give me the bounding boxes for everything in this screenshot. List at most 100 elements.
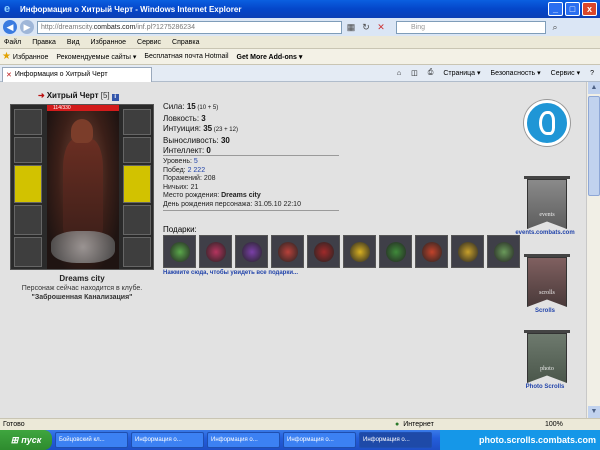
cmd-tools[interactable]: Сервис ▾ [551,69,580,77]
security-zone[interactable]: ● Интернет [395,421,434,428]
search-icon[interactable]: ⌕ [549,21,561,33]
gift-item[interactable] [199,235,232,268]
compatibility-icon[interactable]: ▦ [345,21,357,33]
menu-favorites[interactable]: Избранное [91,39,126,46]
zoom-level[interactable]: 100% [545,421,563,428]
maximize-button[interactable]: □ [565,2,580,16]
photo-scrolls-banner[interactable]: photo [517,328,577,388]
fav-item-addons[interactable]: Get More Add-ons ▾ [237,53,303,61]
taskbar-item-active[interactable]: Информация о... [359,432,432,448]
hp-bar: 114/330 [47,105,119,111]
gift-item[interactable] [235,235,268,268]
slot-earrings[interactable] [123,109,151,135]
slot-weapon[interactable] [14,165,42,203]
draws-value: 21 [190,183,199,191]
banner-flag [527,333,567,383]
banner-pole [524,330,570,333]
gift-item[interactable] [487,235,520,268]
window-title-bar[interactable]: e Информация о Хитрый Черт - Windows Int… [0,0,600,18]
all-gifts-link[interactable]: Нажмите сюда, чтобы увидеть все подарки.… [163,270,298,276]
cmd-safety[interactable]: Безопасность ▾ [491,69,541,77]
scroll-up-button[interactable]: ▲ [588,82,600,94]
slot-necklace[interactable] [14,137,42,163]
taskbar-item[interactable]: Информация о... [131,432,204,448]
gift-item[interactable] [163,235,196,268]
scroll-thumb[interactable] [588,96,600,196]
scroll-down-button[interactable]: ▼ [588,406,600,418]
gift-item[interactable] [415,235,448,268]
help-icon[interactable]: ? [590,70,594,77]
scrolls-link[interactable]: Scrolls [505,308,585,314]
url-field[interactable]: http://dreamscity. combats.com/inf.pl?127… [37,20,342,34]
gift-item[interactable] [307,235,340,268]
zone-label: Интернет [403,421,434,428]
refresh-icon[interactable]: ↻ [360,21,372,33]
forward-button[interactable]: ▶ [20,20,34,34]
status-text: Готово [3,421,25,428]
scrolls-banner[interactable]: scrolls [517,252,577,312]
slot-armor[interactable] [14,205,42,235]
draws-label: Ничьих: [163,183,191,191]
close-button[interactable]: x [582,2,597,16]
fav-item-hotmail[interactable]: Бесплатная почта Hotmail [144,53,228,60]
gift-item[interactable] [451,235,484,268]
slot-belt[interactable] [14,237,42,267]
stat-intuition: Интуиция: 35 (23 + 12) [163,124,238,136]
info-icon[interactable]: i [111,94,119,101]
home-icon[interactable]: ⌂ [397,70,401,77]
events-link[interactable]: events.combats.com [505,230,585,236]
start-button[interactable]: ⊞ пуск [0,430,52,450]
gift-icon [386,242,406,262]
back-button[interactable]: ◀ [3,20,17,34]
search-input[interactable]: Bing [396,20,546,34]
feeds-icon[interactable]: ◫ [411,69,418,77]
slot-pants[interactable] [123,205,151,235]
gift-icon [458,242,478,262]
stat-extra: (23 + 12) [212,127,238,133]
menu-tools[interactable]: Сервис [137,39,161,46]
gifts-title: Подарки: [163,225,197,234]
system-tray: photo.scrolls.combats.com [440,430,600,450]
losses-label: Поражений: [163,175,204,182]
tab-character-info[interactable]: ✕ Информация о Хитрый Черт [2,66,152,82]
menu-file[interactable]: Файл [4,39,21,46]
favorites-button[interactable]: ★ Избранное [2,51,48,62]
vertical-scrollbar[interactable]: ▲ ▼ [586,82,600,418]
slot-shield[interactable] [123,165,151,203]
banner-text: scrolls [539,290,555,296]
divider [163,155,339,156]
stat-label: Сила: [163,102,187,111]
photo-scrolls-link[interactable]: Photo Scrolls [505,384,585,390]
print-icon[interactable]: ⎙ [428,69,434,77]
menu-view[interactable]: Вид [67,39,80,46]
banner-flag [527,257,567,307]
fav-item-suggested[interactable]: Рекомендуемые сайты ▾ [56,53,136,61]
menu-edit[interactable]: Правка [32,39,56,46]
favorites-bar: ★ Избранное Рекомендуемые сайты ▾ Беспла… [0,49,600,65]
stop-icon[interactable]: ✕ [375,21,387,33]
gift-item[interactable] [343,235,376,268]
menu-help[interactable]: Справка [172,39,199,46]
events-banner[interactable]: events [517,174,577,234]
taskbar-item[interactable]: Информация о... [283,432,356,448]
gift-icon [494,242,514,262]
slot-rings[interactable] [123,137,151,163]
taskbar-item[interactable]: Информация о... [207,432,280,448]
slot-helmet[interactable] [14,109,42,135]
cmd-page[interactable]: Страница ▾ [443,69,480,77]
combats-logo[interactable] [524,100,570,146]
taskbar-item[interactable]: Бойцовский кл... [55,432,128,448]
gift-icon [350,242,370,262]
minimize-button[interactable]: _ [548,2,563,16]
birthday-value: 31.05.10 22:10 [254,200,301,208]
gift-item[interactable] [271,235,304,268]
birthday-label: День рождения персонажа: [163,200,255,208]
banner-text: photo [540,366,554,372]
taskbar: ⊞ пуск Бойцовский кл... Информация о... И… [0,430,600,450]
location-text: Персонаж сейчас находится в клубе. [21,285,143,292]
arrow-icon: ➜ [38,91,45,100]
character-info: Уровень: 5 Побед: 2 222 Поражений: 208 Н… [163,158,301,209]
gift-item[interactable] [379,235,412,268]
gift-icon [314,242,334,262]
slot-boots[interactable] [123,237,151,267]
